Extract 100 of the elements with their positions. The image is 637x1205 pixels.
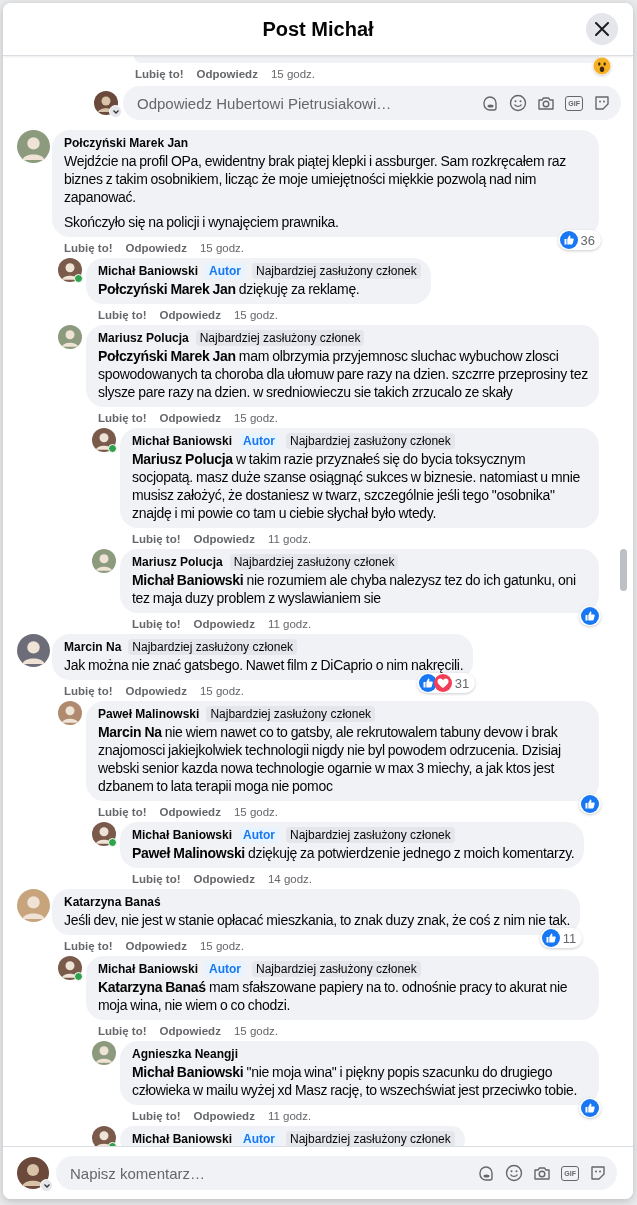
reply-link[interactable]: Odpowiedz: [125, 939, 187, 952]
reply-link[interactable]: Odpowiedz: [193, 872, 255, 885]
comment-text: Michał Baniowski nie rozumiem ale chyba nalezysz tez do ich gatunku, oni tez maja duzy problem z wyslawianiem sie: [132, 571, 577, 607]
badge-label: Najbardziej zasłużony członek: [229, 554, 399, 570]
online-dot: [74, 972, 83, 981]
like-reaction-icon: [581, 1099, 599, 1117]
author-name[interactable]: Katarzyna Banaś: [64, 895, 161, 909]
comment-text: Mariusz Polucja w takim razie przyznałeś się do bycia toksycznym socjopatą. masz duże szanse osiągnąć sukces w biznesie. natomiast u mnie musisz założyć, że dostaniesz w twarz, szczególnie jeśli tego "osobnika" znajdę i mi powie co tam u ciebie słychał było wtedy.: [132, 450, 582, 522]
like-link[interactable]: Lubię to!: [64, 939, 113, 952]
reply-link[interactable]: Odpowiedz: [193, 1109, 255, 1122]
reply-link[interactable]: Odpowiedz: [159, 1024, 221, 1037]
like-link[interactable]: Lubię to!: [132, 617, 181, 630]
sticker-icon[interactable]: [477, 1164, 496, 1182]
badge-label: Autor: [239, 1131, 280, 1146]
comment-text: Połczyński Marek Jan mam olbrzymia przyjemnosc sluchac wybuchow zlosci spowodowanych ta choroba dla ułomuw pare razy na dzien. szczrre przeprosiny tez slysze pare razy na dzien. w sredniowieczu sie takich zrzucalo ze skały: [98, 347, 589, 401]
reaction-count[interactable]: [579, 794, 601, 814]
badge-label: Autor: [239, 433, 280, 449]
author-name[interactable]: Michał Baniowski: [98, 264, 199, 278]
camera-icon[interactable]: [533, 1164, 552, 1182]
comment-text: Marcin Na nie wiem nawet co to gatsby, ale rekrutowalem tabuny devow i brak znajomosci jakiejkolwiek technologii nigdy nie byl powodem odrzucenia. Dzisiaj webski senior kazda nowa technologie ogarnie w max 3 miechy, a jak ktos jest dzbanem to lata terapii moga nie pomoc: [98, 723, 562, 795]
comment-time: 11 godz.: [267, 532, 312, 545]
sticker-icon[interactable]: [481, 94, 500, 112]
author-name[interactable]: Mariusz Polucja: [98, 331, 189, 345]
comment-time: 11 godz.: [267, 617, 312, 630]
author-name[interactable]: Paweł Malinowski: [98, 707, 200, 721]
badge-label: Najbardziej zasłużony członek: [252, 961, 421, 977]
avatar[interactable]: [17, 634, 50, 667]
like-link[interactable]: Lubię to!: [135, 67, 184, 80]
author-name[interactable]: Michał Baniowski: [132, 1132, 233, 1146]
reply-link[interactable]: Odpowiedz: [125, 684, 187, 697]
sticker-icon[interactable]: [593, 94, 611, 112]
author-name[interactable]: Agnieszka Neangji: [132, 1047, 239, 1061]
like-reaction-icon: [581, 607, 599, 625]
avatar[interactable]: [58, 956, 82, 980]
like-link[interactable]: Lubię to!: [132, 872, 181, 885]
reply-link[interactable]: Odpowiedz: [196, 67, 258, 80]
reaction-count[interactable]: 11: [539, 928, 583, 948]
chevron-icon: [40, 1179, 53, 1192]
comment-time: 15 godz.: [233, 308, 278, 321]
like-reaction-icon: [541, 929, 560, 947]
comment-time: 15 godz.: [199, 684, 244, 697]
author-name[interactable]: Michał Baniowski: [132, 828, 233, 842]
reply-link[interactable]: Odpowiedz: [159, 411, 221, 424]
like-link[interactable]: Lubię to!: [64, 241, 113, 254]
comment-time: 15 godz.: [233, 411, 278, 424]
close-icon: [595, 22, 609, 36]
reply-link[interactable]: Odpowiedz: [193, 532, 255, 545]
comment-time: 11 godz.: [267, 1109, 312, 1122]
like-link[interactable]: Lubię to!: [98, 805, 147, 818]
reaction-count[interactable]: [579, 1098, 601, 1118]
comment-time: 15 godz.: [233, 805, 278, 818]
reply-link[interactable]: Odpowiedz: [159, 308, 221, 321]
comment-time: 14 godz.: [267, 872, 312, 885]
author-name[interactable]: Marcin Na: [64, 640, 122, 654]
like-reaction-icon: [559, 231, 578, 249]
comment-time: 15 godz.: [199, 939, 244, 952]
comment-text: Skończyło się na policji i wynajęciem prawnika.: [64, 213, 340, 231]
reaction-count[interactable]: [579, 606, 601, 626]
badge-label: Najbardziej zasłużony członek: [252, 263, 421, 279]
comment-time: 15 godz.: [199, 241, 244, 254]
like-reaction-icon: [418, 674, 437, 692]
like-link[interactable]: Lubię to!: [132, 532, 181, 545]
camera-icon[interactable]: [537, 94, 556, 112]
author-name[interactable]: Michał Baniowski: [98, 962, 199, 976]
author-name[interactable]: Michał Baniowski: [132, 434, 233, 448]
like-link[interactable]: Lubię to!: [98, 411, 147, 424]
comment-text: Jak można nie znać gatsbego. Nawet film z DiCaprio o nim nakręcili.: [64, 656, 464, 674]
scrollbar-thumb[interactable]: [620, 549, 627, 591]
like-link[interactable]: Lubię to!: [98, 308, 147, 321]
emoji-icon[interactable]: [509, 94, 528, 112]
sticker-icon[interactable]: [589, 1164, 607, 1182]
emoji-icon[interactable]: [505, 1164, 524, 1182]
like-link[interactable]: Lubię to!: [132, 1109, 181, 1122]
author-name[interactable]: Połczyński Marek Jan: [64, 136, 189, 150]
author-name[interactable]: Mariusz Polucja: [132, 555, 223, 569]
reply-link[interactable]: Odpowiedz: [125, 241, 187, 254]
avatar[interactable]: [92, 822, 116, 846]
comment-text: Wejdźcie na profil OPa, ewidentny brak piątej klepki i assburger. Sam rozkręcałem raz biznes z takim osobnikiem, licząc że moje umiejętności miękkie pozwolą nad nim zapanować.: [64, 152, 568, 206]
avatar[interactable]: [58, 258, 82, 282]
close-button[interactable]: [586, 13, 618, 45]
badge-label: Najbardziej zasłużony członek: [286, 433, 455, 449]
comment-text: Jeśli dev, nie jest w stanie opłacać mieszkania, to znak duzy znak, że coś z nim nie tak.: [64, 911, 571, 929]
badge-label: Najbardziej zasłużony członek: [286, 827, 455, 843]
like-reaction-icon: [581, 795, 599, 813]
online-dot: [108, 838, 117, 847]
comment-time: 15 godz.: [270, 67, 315, 80]
badge-label: Najbardziej zasłużony członek: [206, 706, 376, 722]
avatar[interactable]: [92, 428, 116, 452]
like-link[interactable]: Lubię to!: [98, 1024, 147, 1037]
badge-label: Autor: [205, 961, 246, 977]
like-link[interactable]: Lubię to!: [64, 684, 113, 697]
badge-label: Najbardziej zasłużony członek: [128, 639, 298, 655]
comment-text: Katarzyna Banaś mam sfałszowane papiery na to. odnośnie pracy to akurat nie moja wina, nie wiem o co chodzi.: [98, 978, 569, 1014]
reaction-count[interactable]: 31: [416, 673, 476, 693]
reaction-count[interactable]: 36: [557, 230, 601, 250]
badge-label: Autor: [205, 263, 246, 279]
reply-link[interactable]: Odpowiedz: [159, 805, 221, 818]
comment-text: Paweł Malinowski dziękuję za potwierdzenie jednego z moich komentarzy.: [132, 844, 575, 862]
reply-link[interactable]: Odpowiedz: [193, 617, 255, 630]
chevron-icon: [109, 105, 122, 118]
